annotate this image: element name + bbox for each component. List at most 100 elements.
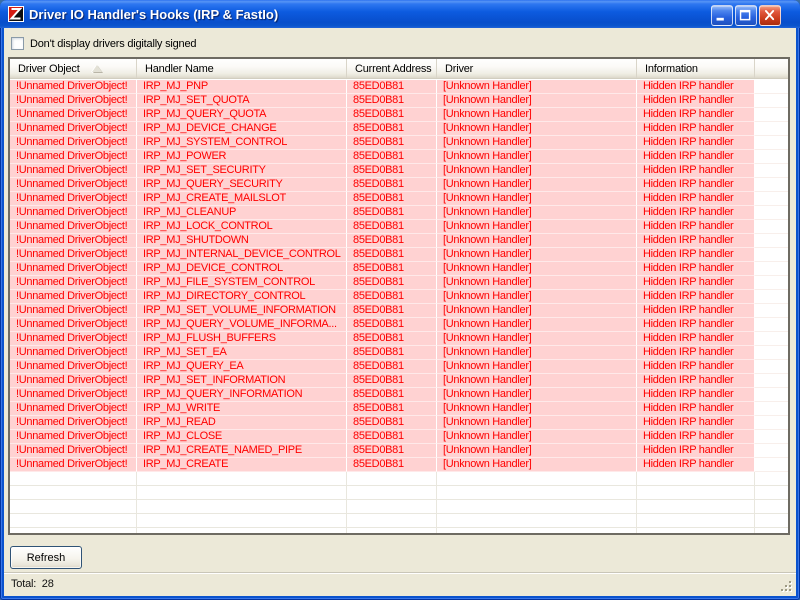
cell-driver: [Unknown Handler] xyxy=(437,164,637,178)
cell-handler-name: IRP_MJ_SET_INFORMATION xyxy=(137,374,347,388)
column-header-driver-object[interactable]: Driver Object xyxy=(10,59,137,78)
table-row[interactable]: !Unnamed DriverObject! IRP_MJ_DEVICE_CHAN… xyxy=(10,122,788,136)
table-row[interactable]: !Unnamed DriverObject! IRP_MJ_WRITE 85ED0B… xyxy=(10,402,788,416)
cell-current-address: 85ED0B81 xyxy=(347,388,437,402)
cell-driver: [Unknown Handler] xyxy=(437,388,637,402)
cell-driver-object: !Unnamed DriverObject! xyxy=(10,150,137,164)
table-row[interactable]: !Unnamed DriverObject! IRP_MJ_CLOSE 85ED0B… xyxy=(10,430,788,444)
table-row[interactable]: !Unnamed DriverObject! IRP_MJ_QUERY_SECUR… xyxy=(10,178,788,192)
column-header-driver[interactable]: Driver xyxy=(437,59,637,78)
table-row[interactable]: !Unnamed DriverObject! IRP_MJ_SET_SECURIT… xyxy=(10,164,788,178)
table-row[interactable]: !Unnamed DriverObject! IRP_MJ_FILE_SYSTEM… xyxy=(10,276,788,290)
table-row[interactable]: !Unnamed DriverObject! IRP_MJ_PNP 85ED0B81… xyxy=(10,80,788,94)
cell-current-address: 85ED0B81 xyxy=(347,416,437,430)
empty-cell xyxy=(10,528,137,533)
table-row[interactable]: !Unnamed DriverObject! IRP_MJ_CREATE_MAIL… xyxy=(10,192,788,206)
cell-driver: [Unknown Handler] xyxy=(437,108,637,122)
cell-handler-name: IRP_MJ_SET_QUOTA xyxy=(137,94,347,108)
cell-information: Hidden IRP handler xyxy=(637,444,755,458)
minimize-button[interactable] xyxy=(711,5,733,26)
table-row[interactable]: !Unnamed DriverObject! IRP_MJ_SET_INFORMA… xyxy=(10,374,788,388)
column-header-handler-name[interactable]: Handler Name xyxy=(137,59,347,78)
cell-filler xyxy=(755,444,788,458)
cell-current-address: 85ED0B81 xyxy=(347,178,437,192)
empty-cell xyxy=(637,472,755,486)
cell-driver: [Unknown Handler] xyxy=(437,136,637,150)
cell-filler xyxy=(755,192,788,206)
table-row[interactable]: !Unnamed DriverObject! IRP_MJ_SYSTEM_CONT… xyxy=(10,136,788,150)
empty-cell xyxy=(137,500,347,514)
table-row[interactable]: !Unnamed DriverObject! IRP_MJ_READ 85ED0B8… xyxy=(10,416,788,430)
cell-filler xyxy=(755,80,788,94)
cell-handler-name: IRP_MJ_DEVICE_CHANGE xyxy=(137,122,347,136)
status-bar: Total: 28 xyxy=(4,572,796,596)
column-header-filler xyxy=(755,59,788,78)
table-row[interactable]: !Unnamed DriverObject! IRP_MJ_CREATE 85ED0… xyxy=(10,458,788,472)
cell-driver-object: !Unnamed DriverObject! xyxy=(10,374,137,388)
empty-row xyxy=(10,472,788,486)
cell-handler-name: IRP_MJ_WRITE xyxy=(137,402,347,416)
cell-filler xyxy=(755,234,788,248)
cell-current-address: 85ED0B81 xyxy=(347,360,437,374)
close-button[interactable] xyxy=(759,5,781,26)
table-row[interactable]: !Unnamed DriverObject! IRP_MJ_SHUTDOWN 85E… xyxy=(10,234,788,248)
column-header-information[interactable]: Information xyxy=(637,59,755,78)
cell-filler xyxy=(755,486,788,500)
cell-driver-object: !Unnamed DriverObject! xyxy=(10,388,137,402)
table-row[interactable]: !Unnamed DriverObject! IRP_MJ_CLEANUP 85ED… xyxy=(10,206,788,220)
cell-information: Hidden IRP handler xyxy=(637,458,755,472)
refresh-button[interactable]: Refresh xyxy=(10,546,82,569)
table-row[interactable]: !Unnamed DriverObject! IRP_MJ_CREATE_NAME… xyxy=(10,444,788,458)
cell-handler-name: IRP_MJ_CREATE_MAILSLOT xyxy=(137,192,347,206)
column-header-label: Driver xyxy=(445,63,474,75)
cell-driver-object: !Unnamed DriverObject! xyxy=(10,192,137,206)
cell-driver: [Unknown Handler] xyxy=(437,304,637,318)
table-row[interactable]: !Unnamed DriverObject! IRP_MJ_SET_VOLUME_… xyxy=(10,304,788,318)
table-row[interactable]: !Unnamed DriverObject! IRP_MJ_QUERY_INFOR… xyxy=(10,388,788,402)
table-row[interactable]: !Unnamed DriverObject! IRP_MJ_POWER 85ED0B… xyxy=(10,150,788,164)
empty-row xyxy=(10,500,788,514)
signed-drivers-filter-checkbox[interactable] xyxy=(11,37,24,50)
cell-handler-name: IRP_MJ_POWER xyxy=(137,150,347,164)
empty-cell xyxy=(437,500,637,514)
cell-current-address: 85ED0B81 xyxy=(347,402,437,416)
resize-grip-icon[interactable] xyxy=(781,581,794,594)
cell-filler xyxy=(755,374,788,388)
cell-driver-object: !Unnamed DriverObject! xyxy=(10,360,137,374)
maximize-button[interactable] xyxy=(735,5,757,26)
table-row[interactable]: !Unnamed DriverObject! IRP_MJ_QUERY_VOLUM… xyxy=(10,318,788,332)
client-area: Don't display drivers digitally signed D… xyxy=(4,28,796,596)
empty-cell xyxy=(637,514,755,528)
signed-drivers-filter-label: Don't display drivers digitally signed xyxy=(30,37,197,50)
hooks-listview[interactable]: Driver Object Handler Name Current Address… xyxy=(8,57,790,535)
table-row[interactable]: !Unnamed DriverObject! IRP_MJ_INTERNAL_DE… xyxy=(10,248,788,262)
table-row[interactable]: !Unnamed DriverObject! IRP_MJ_SET_QUOTA 85… xyxy=(10,94,788,108)
table-row[interactable]: !Unnamed DriverObject! IRP_MJ_LOCK_CONTRO… xyxy=(10,220,788,234)
cell-information: Hidden IRP handler xyxy=(637,430,755,444)
cell-driver: [Unknown Handler] xyxy=(437,430,637,444)
empty-cell xyxy=(437,472,637,486)
empty-cell xyxy=(137,486,347,500)
table-row[interactable]: !Unnamed DriverObject! IRP_MJ_DEVICE_CONT… xyxy=(10,262,788,276)
cell-driver-object: !Unnamed DriverObject! xyxy=(10,108,137,122)
cell-driver: [Unknown Handler] xyxy=(437,206,637,220)
cell-handler-name: IRP_MJ_CREATE_NAMED_PIPE xyxy=(137,444,347,458)
cell-information: Hidden IRP handler xyxy=(637,94,755,108)
cell-driver-object: !Unnamed DriverObject! xyxy=(10,444,137,458)
cell-driver: [Unknown Handler] xyxy=(437,192,637,206)
cell-information: Hidden IRP handler xyxy=(637,234,755,248)
table-row[interactable]: !Unnamed DriverObject! IRP_MJ_FLUSH_BUFFE… xyxy=(10,332,788,346)
cell-handler-name: IRP_MJ_QUERY_VOLUME_INFORMA... xyxy=(137,318,347,332)
cell-information: Hidden IRP handler xyxy=(637,136,755,150)
cell-driver-object: !Unnamed DriverObject! xyxy=(10,346,137,360)
titlebar[interactable]: Driver IO Handler's Hooks (IRP & FastIo) xyxy=(0,0,800,28)
cell-current-address: 85ED0B81 xyxy=(347,94,437,108)
table-row[interactable]: !Unnamed DriverObject! IRP_MJ_DIRECTORY_C… xyxy=(10,290,788,304)
cell-information: Hidden IRP handler xyxy=(637,374,755,388)
table-row[interactable]: !Unnamed DriverObject! IRP_MJ_SET_EA 85ED0… xyxy=(10,346,788,360)
column-header-current-address[interactable]: Current Address xyxy=(347,59,437,78)
cell-driver-object: !Unnamed DriverObject! xyxy=(10,234,137,248)
table-row[interactable]: !Unnamed DriverObject! IRP_MJ_QUERY_QUOTA… xyxy=(10,108,788,122)
cell-filler xyxy=(755,262,788,276)
table-row[interactable]: !Unnamed DriverObject! IRP_MJ_QUERY_EA 85E… xyxy=(10,360,788,374)
